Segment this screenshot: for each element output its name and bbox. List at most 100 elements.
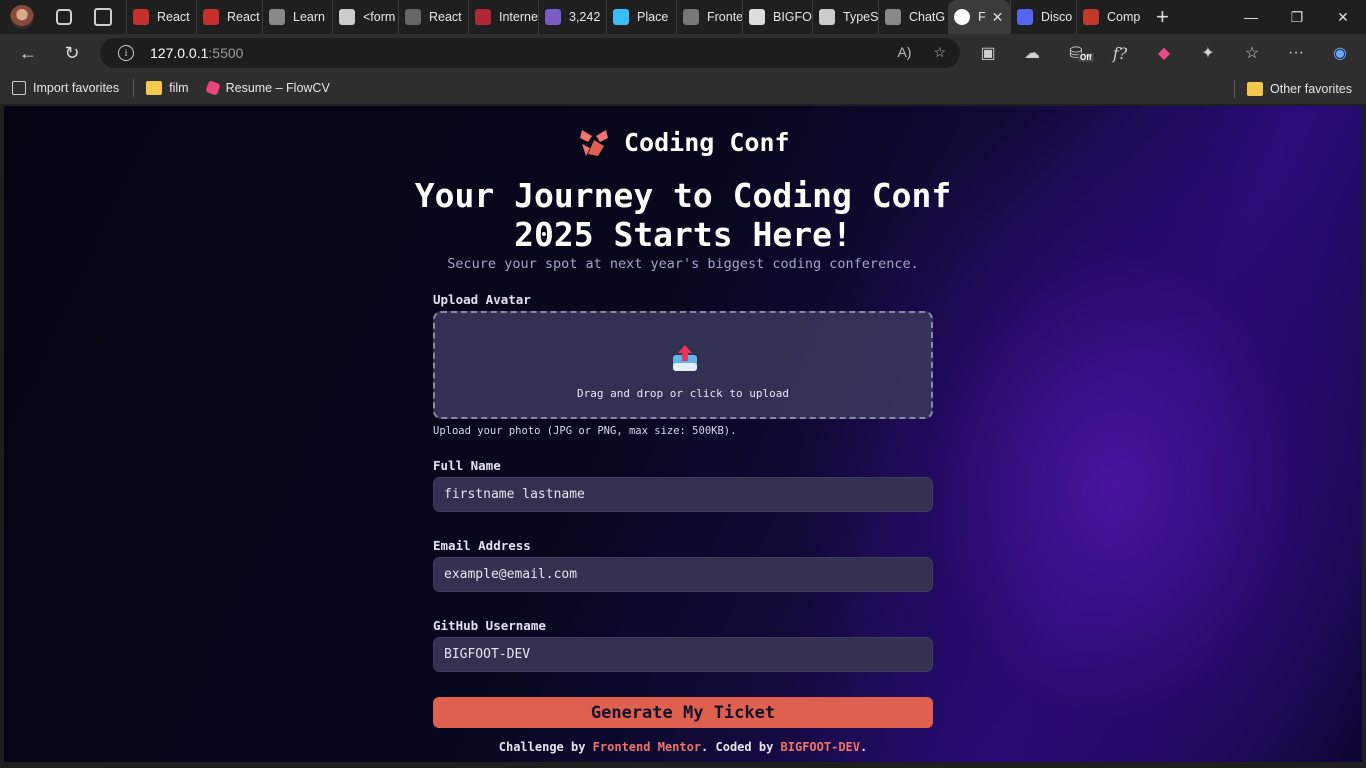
back-button[interactable]: ← bbox=[12, 37, 44, 69]
navigation-bar: ← ↻ i 127.0.0.1:5500 A) ☆ ▣ ☁ ⛁ Off f? ◆ … bbox=[0, 34, 1366, 72]
tab-favicon-icon bbox=[339, 9, 355, 25]
browser-tab[interactable]: F ✕ bbox=[948, 0, 1010, 34]
workspaces-icon[interactable] bbox=[56, 9, 72, 25]
tab-favicon-icon bbox=[545, 9, 561, 25]
site-info-icon[interactable]: i bbox=[118, 45, 134, 61]
import-favorites-link[interactable]: Import favorites bbox=[12, 81, 119, 95]
favorite-star-icon[interactable]: ☆ bbox=[933, 44, 946, 61]
upload-avatar-label: Upload Avatar bbox=[433, 292, 531, 307]
url-text[interactable]: 127.0.0.1:5500 bbox=[150, 45, 243, 61]
coding-conf-logo-icon bbox=[580, 130, 608, 156]
page-title: Your Journey to Coding Conf 2025 Starts … bbox=[414, 176, 952, 254]
tab-favicon-icon bbox=[269, 9, 285, 25]
folder-icon bbox=[146, 81, 163, 95]
tab-favicon-icon bbox=[405, 9, 421, 25]
url-port: :5500 bbox=[208, 45, 244, 61]
browser-tab[interactable]: Place bbox=[606, 0, 676, 34]
browser-tab[interactable]: React bbox=[196, 0, 262, 34]
avatar-upload-dropzone[interactable]: Drag and drop or click to upload bbox=[433, 311, 933, 419]
film-label: film bbox=[169, 81, 189, 95]
tab-favicon-icon bbox=[1083, 9, 1099, 25]
tab-label: BIGFO bbox=[773, 10, 812, 24]
browser-tab[interactable]: Fronte bbox=[676, 0, 742, 34]
browser-tab[interactable]: Learn bbox=[262, 0, 332, 34]
tab-label: Disco bbox=[1041, 10, 1073, 24]
favorites-separator-right bbox=[1234, 80, 1236, 98]
full-name-input[interactable]: firstname lastname bbox=[433, 477, 933, 512]
tab-label: Comp bbox=[1107, 10, 1141, 24]
favorites-bar: Import favorites film Resume – FlowCV Ot… bbox=[0, 72, 1366, 104]
tab-favicon-icon bbox=[613, 9, 629, 25]
address-bar[interactable]: i 127.0.0.1:5500 A) ☆ bbox=[100, 38, 960, 68]
cloud-extension-icon[interactable]: ☁ bbox=[1010, 43, 1054, 63]
function-extension-icon[interactable]: f? bbox=[1098, 44, 1142, 63]
tab-label: Interne bbox=[499, 10, 538, 24]
other-favorites-folder[interactable]: Other favorites bbox=[1247, 82, 1352, 96]
screenshot-icon[interactable]: ▣ bbox=[966, 43, 1010, 63]
refresh-button[interactable]: ↻ bbox=[56, 37, 88, 69]
browser-tab[interactable]: ChatG bbox=[878, 0, 948, 34]
attribution-footer: Challenge by Frontend Mentor. Coded by B… bbox=[408, 740, 958, 754]
extension-badge: Off bbox=[1078, 53, 1094, 62]
browser-tab[interactable]: React bbox=[126, 0, 196, 34]
tab-label: ChatG bbox=[909, 10, 946, 24]
close-window-button[interactable]: ✕ bbox=[1320, 0, 1366, 34]
upload-icon bbox=[673, 345, 697, 371]
full-name-label: Full Name bbox=[433, 458, 501, 473]
favorites-separator bbox=[133, 79, 135, 97]
generate-ticket-button[interactable]: Generate My Ticket bbox=[433, 697, 933, 728]
browser-tab[interactable]: Comp bbox=[1076, 0, 1144, 34]
browser-tab[interactable]: 3,242 bbox=[538, 0, 606, 34]
minimize-button[interactable]: — bbox=[1228, 0, 1274, 34]
github-username-input[interactable]: BIGFOOT-DEV bbox=[433, 637, 933, 672]
browser-tab[interactable]: Disco bbox=[1010, 0, 1076, 34]
extension-off-icon[interactable]: ⛁ Off bbox=[1054, 43, 1098, 63]
url-host: 127.0.0.1 bbox=[150, 45, 209, 61]
window-controls: — ❐ ✕ bbox=[1228, 0, 1366, 34]
film-folder[interactable]: film bbox=[146, 81, 189, 95]
email-label: Email Address bbox=[433, 538, 531, 553]
browser-tab[interactable]: TypeS bbox=[812, 0, 878, 34]
logo-text: Coding Conf bbox=[624, 127, 790, 157]
tab-favicon-icon bbox=[475, 9, 491, 25]
tab-label: F bbox=[978, 10, 986, 24]
tab-favicon-icon bbox=[954, 9, 970, 25]
close-tab-icon[interactable]: ✕ bbox=[992, 9, 1004, 26]
tab-actions-icon[interactable] bbox=[94, 8, 112, 26]
tab-favicon-icon bbox=[203, 9, 219, 25]
tab-label: TypeS bbox=[843, 10, 878, 24]
restore-button[interactable]: ❐ bbox=[1274, 0, 1320, 34]
tab-label: React bbox=[157, 10, 190, 24]
author-link[interactable]: BIGFOOT-DEV bbox=[781, 740, 860, 754]
tab-bar: React React Learn <form React Interne 3,242 Pla… bbox=[0, 0, 1366, 34]
import-favorites-label: Import favorites bbox=[33, 81, 120, 95]
email-input[interactable]: example@email.com bbox=[433, 557, 933, 592]
tab-favicon-icon bbox=[1017, 9, 1033, 25]
browser-tab[interactable]: Interne bbox=[468, 0, 538, 34]
browser-tab[interactable]: BIGFO bbox=[742, 0, 812, 34]
more-menu-icon[interactable]: ··· bbox=[1274, 44, 1318, 62]
browser-tab[interactable]: <form bbox=[332, 0, 398, 34]
tab-label: React bbox=[227, 10, 260, 24]
upload-instructions: Drag and drop or click to upload bbox=[577, 387, 789, 400]
tab-label: Fronte bbox=[707, 10, 742, 24]
tab-label: <form bbox=[363, 10, 396, 24]
folder-icon bbox=[1247, 82, 1264, 96]
new-tab-button[interactable]: + bbox=[1156, 4, 1169, 30]
copilot-icon[interactable]: ◉ bbox=[1318, 43, 1362, 63]
flowcv-icon bbox=[204, 80, 221, 96]
profile-avatar[interactable] bbox=[10, 5, 34, 29]
github-username-label: GitHub Username bbox=[433, 618, 546, 633]
footer-suffix: . bbox=[860, 740, 868, 754]
frontend-mentor-link[interactable]: Frontend Mentor bbox=[593, 740, 701, 754]
extensions-puzzle-icon[interactable]: ✦ bbox=[1186, 43, 1230, 63]
color-picker-icon[interactable]: ◆ bbox=[1142, 43, 1186, 63]
browser-tab[interactable]: React bbox=[398, 0, 468, 34]
resume-flowcv-link[interactable]: Resume – FlowCV bbox=[204, 80, 330, 96]
favorites-list-icon[interactable]: ☆ bbox=[1230, 43, 1274, 63]
tab-label: 3,242 bbox=[569, 10, 601, 24]
read-aloud-icon[interactable]: A) bbox=[897, 44, 911, 61]
footer-prefix: Challenge by bbox=[498, 740, 593, 754]
footer-middle: . Coded by bbox=[701, 740, 781, 754]
resume-label: Resume – FlowCV bbox=[225, 81, 330, 95]
